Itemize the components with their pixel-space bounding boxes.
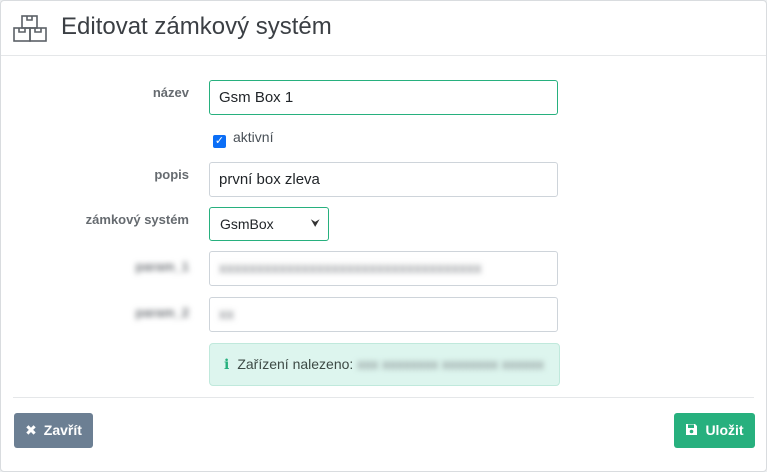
lock-system-select[interactable]: GsmBox ⮟ xyxy=(209,207,329,241)
description-input[interactable]: první box zleva xyxy=(209,162,558,197)
info-icon: i xyxy=(224,357,230,373)
save-button-label: Uložit xyxy=(705,422,744,438)
alert-text: Zařízení nalezeno: xyxy=(237,356,354,372)
device-found-alert: i Zařízení nalezeno: xxx xxxxxxxx xxxxxxx… xyxy=(209,343,560,386)
lock-system-value: GsmBox xyxy=(220,216,274,232)
param2-input[interactable]: xx xyxy=(209,297,558,332)
close-button[interactable]: ✖ Zavřít xyxy=(14,413,93,448)
lock-system-label: zámkový systém xyxy=(85,212,189,227)
close-icon: ✖ xyxy=(25,422,37,438)
chevron-down-icon: ⮟ xyxy=(310,218,320,230)
footer-divider xyxy=(13,397,754,398)
alert-value: xxx xxxxxxxx xxxxxxxx xxxxxx xyxy=(357,356,544,372)
close-button-label: Zavřít xyxy=(43,422,82,438)
dialog-header: Editovat zámkový systém xyxy=(1,1,766,56)
save-icon xyxy=(686,424,698,435)
name-label: název xyxy=(152,85,189,100)
edit-lock-system-dialog: Editovat zámkový systém název Gsm Box 1 … xyxy=(0,0,767,472)
active-label: aktivní xyxy=(233,129,274,145)
param1-input[interactable]: xxxxxxxxxxxxxxxxxxxxxxxxxxxxxxxxxxx xyxy=(209,251,558,286)
active-checkbox[interactable]: ✓ xyxy=(213,135,226,148)
dialog-title: Editovat zámkový systém xyxy=(61,13,332,40)
param2-label: param_2 xyxy=(135,305,189,320)
save-button[interactable]: Uložit xyxy=(674,413,755,448)
param1-label: param_1 xyxy=(135,259,189,274)
active-checkbox-row[interactable]: ✓ aktivní xyxy=(213,129,273,148)
description-label: popis xyxy=(154,167,189,182)
param2-value: xx xyxy=(219,306,234,323)
name-input[interactable]: Gsm Box 1 xyxy=(209,80,558,115)
param1-value: xxxxxxxxxxxxxxxxxxxxxxxxxxxxxxxxxxx xyxy=(219,260,482,277)
boxes-icon xyxy=(13,15,47,42)
